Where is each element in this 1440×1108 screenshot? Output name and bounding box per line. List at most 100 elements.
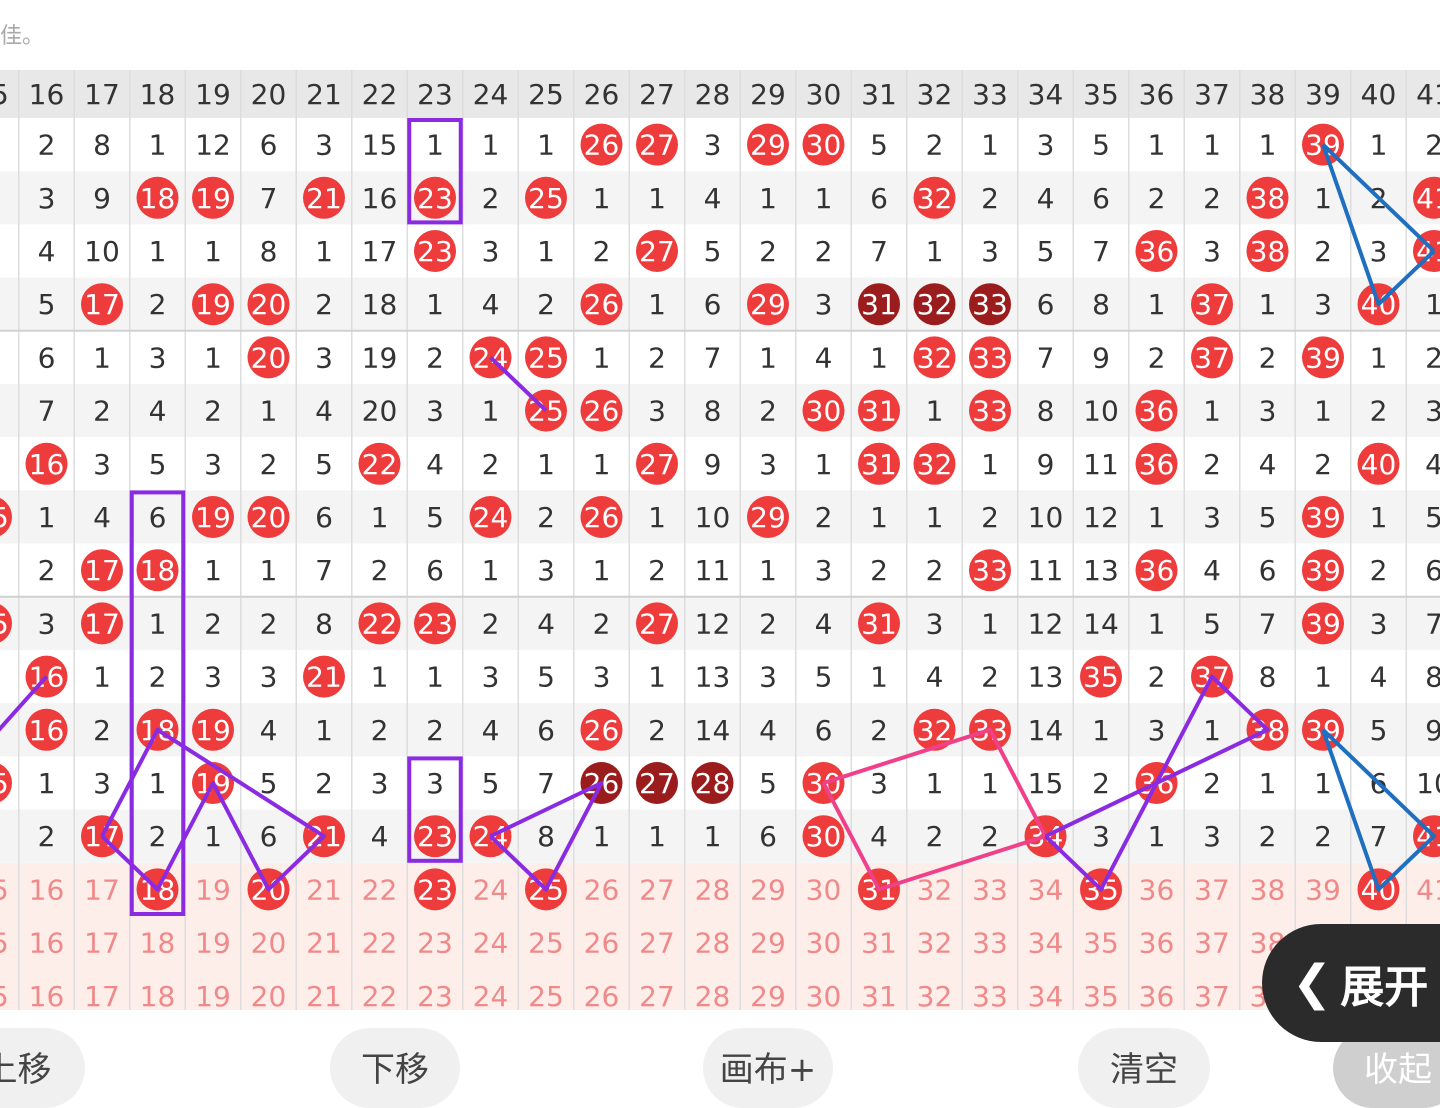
ball-number: 16 — [29, 714, 65, 747]
cell-value: 1 — [371, 501, 389, 534]
cell-value: 3 — [260, 661, 278, 694]
cell-value: 10 — [84, 235, 120, 268]
cell-value: 3 — [704, 129, 722, 162]
trend-chart[interactable]: 1516171819202122232425262728293031323334… — [0, 70, 1440, 1010]
move-down-label: 下移 — [361, 1050, 429, 1090]
cell-value: 2 — [1092, 767, 1110, 800]
placeholder-number: 25 — [528, 927, 564, 960]
column-header: 38 — [1250, 78, 1286, 111]
cell-value: 3 — [93, 448, 111, 481]
placeholder-number: 22 — [362, 927, 398, 960]
column-header: 25 — [528, 78, 564, 111]
cell-value: 6 — [260, 129, 278, 162]
cell-value: 3 — [926, 607, 944, 640]
cell-value: 1 — [1148, 288, 1166, 321]
cell-value: 3 — [93, 767, 111, 800]
cell-value: 1 — [315, 235, 333, 268]
cell-value: 4 — [1425, 448, 1440, 481]
cell-value: 4 — [815, 607, 833, 640]
cell-value: 1 — [204, 341, 222, 374]
cell-value: 1 — [593, 554, 611, 587]
expand-button[interactable]: ❮ 展开 — [1262, 924, 1440, 1042]
cell-value: 1 — [38, 501, 56, 534]
cell-value: 6 — [1425, 554, 1440, 587]
ball-number: 33 — [972, 395, 1008, 428]
cell-value: 2 — [1259, 820, 1277, 853]
placeholder-number: 33 — [972, 873, 1008, 906]
cell-value: 8 — [93, 129, 111, 162]
cell-value: 1 — [204, 820, 222, 853]
cell-value: 1 — [981, 129, 999, 162]
cell-value: 1 — [426, 661, 444, 694]
column-header: 22 — [362, 78, 398, 111]
clear-button[interactable]: 清空 — [1078, 1028, 1210, 1108]
ball-number: 33 — [972, 288, 1008, 321]
cell-value: 1 — [1203, 395, 1221, 428]
cell-value: 8 — [1259, 661, 1277, 694]
column-header: 17 — [84, 78, 120, 111]
trend-grid-svg[interactable]: 1516171819202122232425262728293031323334… — [0, 70, 1440, 1010]
cell-value: 3 — [1203, 501, 1221, 534]
canvas-add-button[interactable]: 画布+ — [703, 1028, 833, 1108]
placeholder-number: 30 — [806, 980, 842, 1010]
cell-value: 5 — [815, 661, 833, 694]
cell-value: 1 — [482, 395, 500, 428]
ball-number: 29 — [750, 288, 786, 321]
ball-number: 37 — [1194, 341, 1230, 374]
ball-number: 30 — [806, 129, 842, 162]
placeholder-number: 31 — [861, 980, 897, 1010]
cell-value: 3 — [204, 448, 222, 481]
placeholder-number: 34 — [1028, 980, 1064, 1010]
cell-value: 1 — [537, 448, 555, 481]
ball-number: 27 — [639, 235, 675, 268]
cell-value: 1 — [1314, 767, 1332, 800]
cell-value: 4 — [537, 607, 555, 640]
cell-value: 3 — [38, 182, 56, 215]
column-header: 16 — [29, 78, 65, 111]
cell-value: 2 — [926, 820, 944, 853]
cell-value: 3 — [1037, 129, 1055, 162]
collapse-label: 收起 — [1364, 1050, 1432, 1090]
ball-number: 27 — [639, 767, 675, 800]
cell-value: 4 — [260, 714, 278, 747]
cell-value: 2 — [870, 554, 888, 587]
cell-value: 1 — [648, 820, 666, 853]
move-up-button[interactable]: 上移 — [0, 1028, 85, 1108]
cell-value: 4 — [426, 448, 444, 481]
cell-value: 2 — [815, 235, 833, 268]
ball-number: 26 — [584, 288, 620, 321]
placeholder-number: 21 — [306, 873, 342, 906]
move-down-button[interactable]: 下移 — [330, 1028, 460, 1108]
cell-value: 1 — [1148, 607, 1166, 640]
cell-value: 1 — [1259, 767, 1277, 800]
ball-number: 37 — [1194, 288, 1230, 321]
cell-value: 3 — [1259, 395, 1277, 428]
placeholder-number: 32 — [917, 980, 953, 1010]
cell-value: 7 — [537, 767, 555, 800]
cell-value: 11 — [695, 554, 731, 587]
cell-value: 1 — [482, 129, 500, 162]
ball-number: 39 — [1305, 341, 1341, 374]
cell-value: 7 — [870, 235, 888, 268]
cell-value: 1 — [704, 820, 722, 853]
cell-value: 2 — [815, 501, 833, 534]
cell-value: 5 — [870, 129, 888, 162]
placeholder-number: 23 — [417, 927, 453, 960]
cell-value: 4 — [149, 395, 167, 428]
cell-value: 1 — [149, 607, 167, 640]
canvas-add-label: 画布+ — [719, 1050, 817, 1090]
cell-value: 3 — [1425, 395, 1440, 428]
cell-value: 6 — [1259, 554, 1277, 587]
cell-value: 2 — [1148, 341, 1166, 374]
ball-number: 39 — [1305, 554, 1341, 587]
placeholder-number: 15 — [0, 980, 9, 1010]
cell-value: 1 — [1148, 501, 1166, 534]
cell-value: 1 — [926, 767, 944, 800]
cell-value: 2 — [593, 607, 611, 640]
ball-number: 31 — [861, 448, 897, 481]
cell-value: 5 — [38, 288, 56, 321]
cell-value: 6 — [315, 501, 333, 534]
cell-value: 3 — [1203, 235, 1221, 268]
cell-value: 5 — [1037, 235, 1055, 268]
cell-value: 3 — [759, 448, 777, 481]
